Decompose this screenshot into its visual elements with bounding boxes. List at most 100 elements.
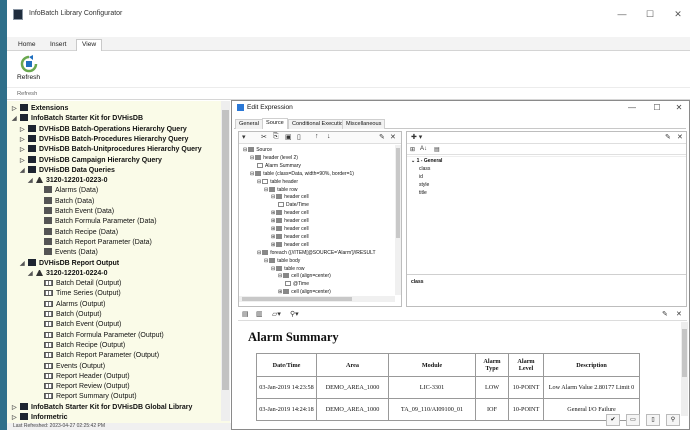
source-node[interactable]: Date/Time — [278, 201, 309, 209]
expand-arrow-icon[interactable]: ▷ — [20, 125, 28, 135]
tree-item[interactable]: Report Review (Output) — [36, 382, 130, 392]
property-class[interactable]: class — [419, 166, 430, 173]
tab-home[interactable]: Home — [13, 40, 41, 51]
tree-item[interactable]: Report Header (Output) — [36, 372, 130, 382]
dialog-minimize-icon[interactable]: — — [625, 102, 639, 114]
tab-general[interactable]: General — [235, 119, 263, 129]
paste-icon[interactable]: ▣ — [285, 133, 292, 141]
property-category[interactable]: ⌄ 1 - General — [411, 158, 442, 165]
tree-scroll-thumb[interactable] — [222, 110, 229, 390]
collapse-node-icon[interactable]: ⊟ — [271, 266, 275, 272]
collapse-arrow-icon[interactable]: ◢ — [12, 114, 20, 124]
close-icon[interactable]: ✕ — [669, 7, 687, 21]
tree-item[interactable]: Alarms (Output) — [36, 300, 105, 310]
tab-insert[interactable]: Insert — [45, 40, 72, 51]
tree-item[interactable]: Batch Report Parameter (Output) — [36, 351, 159, 361]
tree-item[interactable]: ◢ InfoBatch Starter Kit for DVHisDB — [12, 114, 143, 124]
tree-item[interactable]: Time Series (Output) — [36, 289, 121, 299]
property-style[interactable]: style — [419, 182, 429, 189]
tree-item[interactable]: Batch (Output) — [36, 310, 102, 320]
source-node[interactable]: @Time — [285, 280, 309, 288]
tree-item[interactable]: ◢ DVHisDB Report Output — [20, 258, 119, 269]
property-pages-icon[interactable]: ▤ — [434, 146, 440, 153]
collapse-node-icon[interactable]: ⊟ — [257, 179, 261, 185]
collapse-node-icon[interactable]: ⊟ — [250, 155, 254, 161]
source-tree[interactable]: ⊟ Source ⊟ header (level 2) Alarm Summary ⊟ ta… — [239, 145, 395, 295]
preview-scroll-thumb[interactable] — [682, 329, 687, 377]
print-icon[interactable]: ▤ — [242, 310, 249, 318]
expand-node-icon[interactable]: ⊞ — [271, 226, 275, 232]
expand-arrow-icon[interactable]: ▷ — [12, 104, 20, 114]
tree-item[interactable]: ◢ DVHisDB Data Queries — [20, 165, 115, 176]
document-icon[interactable]: ▯ — [646, 414, 660, 426]
source-node[interactable]: ⊟ table row — [264, 186, 298, 194]
collapse-arrow-icon[interactable]: ◢ — [20, 166, 28, 176]
tree-item[interactable]: Batch (Data) — [36, 196, 94, 207]
tree-item[interactable]: ◢ 3120-12201-0224-0 — [28, 269, 108, 279]
collapse-node-icon[interactable]: ⊟ — [243, 147, 247, 153]
source-node[interactable]: ⊞ header cell — [271, 225, 309, 233]
library-tree[interactable]: ▷ Extensions ◢ InfoBatch Starter Kit for DV… — [7, 101, 230, 423]
expand-node-icon[interactable]: ⊞ — [271, 234, 275, 240]
delete-icon[interactable]: ▯ — [297, 133, 301, 141]
expand-arrow-icon[interactable]: ▷ — [12, 413, 20, 423]
tree-item[interactable]: Batch Report Parameter (Data) — [36, 237, 152, 248]
cut-icon[interactable]: ✂ — [261, 133, 267, 141]
expand-node-icon[interactable]: ⊞ — [278, 289, 282, 295]
expand-arrow-icon[interactable]: ▷ — [20, 156, 28, 166]
property-id[interactable]: id — [419, 174, 423, 181]
tree-item[interactable]: ◢ 3120-12201-0223-0 — [28, 176, 108, 186]
source-node[interactable]: ⊞ header cell — [271, 241, 309, 249]
tree-item[interactable]: Batch Formula Parameter (Data) — [36, 217, 157, 227]
tree-item[interactable]: Batch Recipe (Data) — [36, 227, 118, 238]
tree-item[interactable]: Alarms (Data) — [36, 186, 98, 196]
move-down-icon[interactable]: ↓ — [327, 133, 331, 140]
source-hscroll-thumb[interactable] — [242, 297, 352, 301]
open-icon[interactable]: ▱▾ — [272, 310, 281, 318]
source-node[interactable]: Alarm Summary — [257, 162, 301, 170]
tab-miscellaneous[interactable]: Miscellaneous — [342, 119, 386, 129]
source-vscroll-thumb[interactable] — [396, 148, 400, 238]
tree-item[interactable]: ▷ DVHisDB Campaign Hierarchy Query — [20, 155, 162, 166]
collapse-node-icon[interactable]: ⊟ — [257, 250, 261, 256]
minimize-icon[interactable]: — — [613, 7, 631, 21]
collapse-arrow-icon[interactable]: ◢ — [28, 176, 36, 186]
alphabetical-icon[interactable]: A↓ — [420, 146, 427, 152]
source-node[interactable]: ⊞ header cell — [271, 233, 309, 241]
close-pane-icon[interactable]: ✕ — [390, 133, 396, 141]
tree-item[interactable]: ▷ DVHisDB Batch-Unitprocedures Hierarchy … — [20, 145, 202, 155]
source-node[interactable]: ⊟ table header — [257, 178, 298, 186]
expand-arrow-icon[interactable]: ▷ — [12, 403, 20, 413]
refresh-icon[interactable] — [20, 55, 38, 73]
source-node[interactable]: ⊟ Source — [243, 146, 272, 154]
copy-icon[interactable]: ⎘ — [273, 133, 279, 141]
tree-item[interactable]: ▷ InfoBatch Starter Kit for DVHisDB Globa… — [12, 402, 192, 413]
collapse-node-icon[interactable]: ⊟ — [264, 258, 268, 264]
view-icon[interactable]: ▭ — [626, 414, 640, 426]
collapse-arrow-icon[interactable]: ◢ — [20, 259, 28, 269]
add-property-icon[interactable]: ✚ ▾ — [411, 133, 422, 141]
source-node[interactable]: ⊟ cell (align=center) — [278, 272, 331, 280]
tree-item[interactable]: Report Summary (Output) — [36, 392, 137, 402]
source-node[interactable]: ⊞ header cell — [271, 217, 309, 225]
maximize-icon[interactable]: ☐ — [641, 7, 659, 21]
source-node[interactable]: ⊞ cell (align=center) — [278, 288, 331, 295]
source-node[interactable]: ⊟ table body — [264, 257, 300, 265]
preview-edit-icon[interactable]: ✎ — [662, 310, 668, 318]
tree-item[interactable]: Events (Output) — [36, 362, 105, 372]
move-up-icon[interactable]: ↑ — [315, 133, 319, 140]
dialog-maximize-icon[interactable]: ☐ — [650, 102, 664, 114]
dialog-close-icon[interactable]: ✕ — [672, 102, 686, 114]
categorized-icon[interactable]: ⊞ — [410, 146, 415, 153]
tree-item[interactable]: Events (Data) — [36, 248, 98, 258]
expand-node-icon[interactable]: ⊞ — [271, 210, 275, 216]
collapse-arrow-icon[interactable]: ◢ — [28, 269, 36, 279]
source-node[interactable]: ⊟ header (level 2) — [250, 154, 298, 162]
edit-icon[interactable]: ✎ — [379, 133, 385, 141]
tree-item[interactable]: Batch Event (Data) — [36, 207, 114, 217]
insert-element-icon[interactable]: ▾ — [242, 133, 246, 141]
tree-item[interactable]: ▷ DVHisDB Batch-Operations Hierarchy Quer… — [20, 124, 187, 135]
tree-item[interactable]: ▷ Extensions — [12, 104, 68, 114]
expand-node-icon[interactable]: ⊞ — [271, 242, 275, 248]
tab-source[interactable]: Source — [262, 118, 288, 129]
